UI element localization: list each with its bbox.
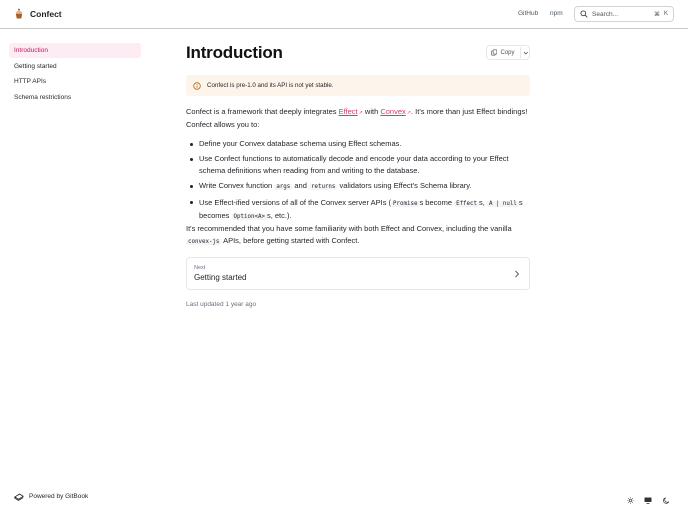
list-item: Define your Convex database schema using… xyxy=(190,138,529,150)
search-box[interactable]: Search... ⌘ K xyxy=(574,6,674,22)
inline-code: args xyxy=(274,184,293,191)
list-item: Use Effect-ified versions of all of the … xyxy=(190,197,529,223)
copy-divider xyxy=(519,47,521,58)
intro-mid: with xyxy=(362,107,381,116)
info-icon xyxy=(193,81,201,90)
cupcake-logo-icon xyxy=(15,8,23,19)
inline-code: Promise xyxy=(391,200,420,207)
bullet-text: Write Convex function xyxy=(199,181,275,191)
chevron-right-icon xyxy=(515,270,520,278)
powered-by-gitbook[interactable]: Powered by GitBook xyxy=(14,492,88,501)
list-item: Use Confect functions to automatically d… xyxy=(190,153,529,177)
inline-code: Option<A> xyxy=(231,213,267,220)
hint-warning: Confect is pre-1.0 and its API is not ye… xyxy=(186,75,530,96)
intro-paragraph: Confect is a framework that deeply integ… xyxy=(186,106,530,131)
bullet-text: Use Confect functions to automatically d… xyxy=(199,154,509,176)
inline-code: A | null xyxy=(486,200,519,207)
brand-name: Confect xyxy=(30,8,62,19)
recommend-after: APIs, before getting started with Confec… xyxy=(221,236,360,245)
next-label: Next xyxy=(194,265,206,271)
bullet-text: Use Effect-ified versions of all of the … xyxy=(199,197,392,207)
light-mode-button[interactable] xyxy=(625,495,635,505)
next-title: Getting started xyxy=(194,273,247,282)
sidebar-item-getting-started[interactable]: Getting started xyxy=(9,59,141,74)
bullet-text: and xyxy=(292,181,309,191)
sidebar-nav: Introduction Getting started HTTP APIs S… xyxy=(9,43,141,105)
powered-text: Powered by GitBook xyxy=(29,493,89,500)
inline-code: returns xyxy=(308,184,338,191)
shortcut-mod: ⌘ xyxy=(653,11,660,18)
bullet-text: validators using Effect's Schema library… xyxy=(337,181,472,191)
brand[interactable]: Confect xyxy=(14,8,62,19)
feature-list: Define your Convex database schema using… xyxy=(190,138,529,226)
recommend-paragraph: It's recommended that you have some fami… xyxy=(186,223,530,248)
search-icon xyxy=(580,10,588,18)
moon-icon xyxy=(662,496,669,504)
chevron-down-icon[interactable] xyxy=(523,50,529,56)
convex-link[interactable]: Convex xyxy=(380,107,405,116)
effect-link[interactable]: Effect xyxy=(339,107,358,116)
recommend-before: It's recommended that you have some fami… xyxy=(186,224,512,233)
sun-icon xyxy=(626,496,634,504)
bullet-text: Define your Convex database schema using… xyxy=(199,139,402,148)
sidebar-item-schema-restrictions[interactable]: Schema restrictions xyxy=(9,90,141,105)
system-mode-button[interactable] xyxy=(643,495,653,505)
hint-text: Confect is pre-1.0 and its API is not ye… xyxy=(207,82,334,89)
monitor-icon xyxy=(644,497,652,504)
inline-code: convex-js xyxy=(186,239,222,245)
search-placeholder: Search... xyxy=(592,10,619,18)
shortcut-key: K xyxy=(663,11,668,17)
bullet-text: s, etc.). xyxy=(266,210,292,220)
bullet-text: s become xyxy=(419,197,455,207)
dark-mode-button[interactable] xyxy=(661,495,671,505)
list-item: Write Convex function args and returns v… xyxy=(190,180,529,193)
sidebar-item-introduction[interactable]: Introduction xyxy=(9,43,141,58)
page-title: Introduction xyxy=(186,43,283,62)
npm-link[interactable]: npm xyxy=(550,10,563,17)
github-link[interactable]: GitHub xyxy=(518,10,538,17)
next-page-card[interactable]: Next Getting started xyxy=(186,257,530,290)
inline-code: Effect xyxy=(454,200,480,207)
last-updated: Last updated 1 year ago xyxy=(186,301,257,308)
intro-before: Confect is a framework that deeply integ… xyxy=(186,107,339,116)
gitbook-icon xyxy=(14,493,24,501)
bullet-text: s, xyxy=(479,197,487,207)
sidebar-item-http-apis[interactable]: HTTP APIs xyxy=(9,74,141,89)
copy-label: Copy xyxy=(500,49,515,56)
top-bar: Confect GitHub npm Search... ⌘ K xyxy=(0,0,688,29)
copy-page-button[interactable]: Copy xyxy=(486,45,530,60)
copy-icon xyxy=(491,49,498,56)
